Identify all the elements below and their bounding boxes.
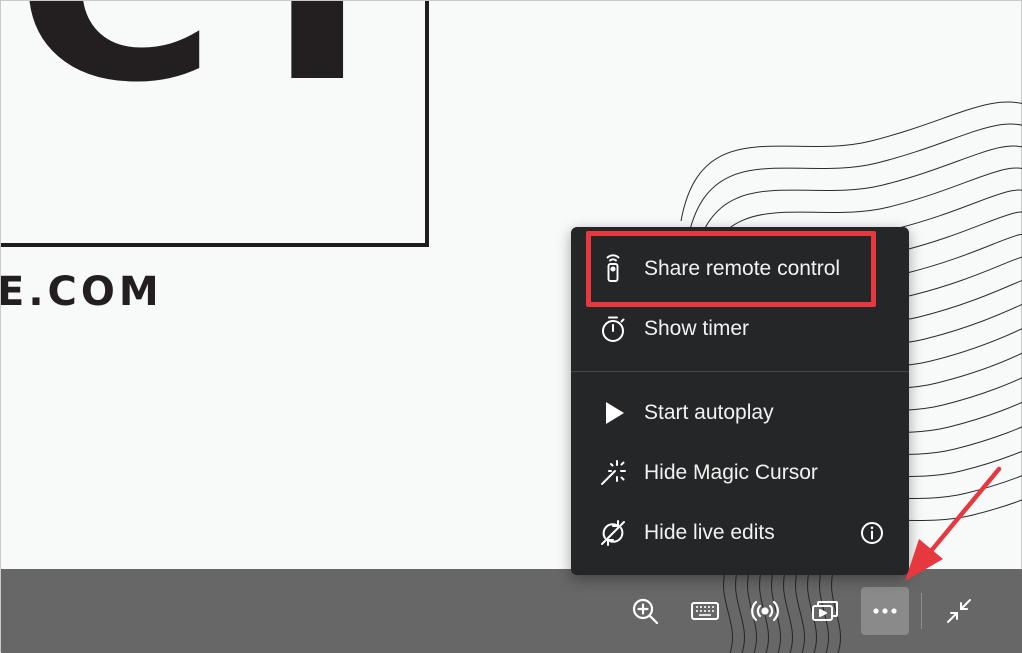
zoom-in-button[interactable] xyxy=(621,587,669,635)
wave-line xyxy=(680,101,1022,222)
info-icon[interactable] xyxy=(859,520,885,546)
more-options-button[interactable] xyxy=(861,587,909,635)
menu-item-hide-live-edits[interactable]: Hide live edits xyxy=(571,505,909,561)
broadcast-icon xyxy=(751,600,779,622)
stopwatch-icon xyxy=(597,313,629,345)
menu-item-label: Show timer xyxy=(644,317,750,340)
keyboard-icon xyxy=(691,602,719,620)
presentation-toolbar xyxy=(1,569,1022,653)
live-edits-off-icon xyxy=(597,517,629,549)
wave-line xyxy=(686,123,1022,244)
menu-item-label: Hide Magic Cursor xyxy=(644,461,818,484)
menu-item-hide-magic-cursor[interactable]: Hide Magic Cursor xyxy=(571,445,909,501)
menu-item-show-timer[interactable]: Show timer xyxy=(571,301,909,357)
toolbar-divider xyxy=(921,593,922,629)
menu-item-label: Start autoplay xyxy=(644,401,774,424)
zoom-in-icon xyxy=(632,598,659,625)
more-options-icon xyxy=(873,608,897,614)
keyboard-shortcuts-button[interactable] xyxy=(681,587,729,635)
present-screen-icon xyxy=(812,601,838,621)
annotation-highlight-box xyxy=(586,231,876,307)
menu-item-label: Hide live edits xyxy=(644,521,775,544)
present-and-record-button[interactable] xyxy=(801,587,849,635)
play-icon xyxy=(597,397,629,429)
menu-item-start-autoplay[interactable]: Start autoplay xyxy=(571,385,909,441)
live-broadcast-button[interactable] xyxy=(741,587,789,635)
exit-fullscreen-button[interactable] xyxy=(935,587,983,635)
annotation-arrow xyxy=(905,466,1002,581)
menu-divider xyxy=(571,371,909,372)
magic-wand-icon xyxy=(597,457,629,489)
exit-fullscreen-icon xyxy=(947,599,971,623)
